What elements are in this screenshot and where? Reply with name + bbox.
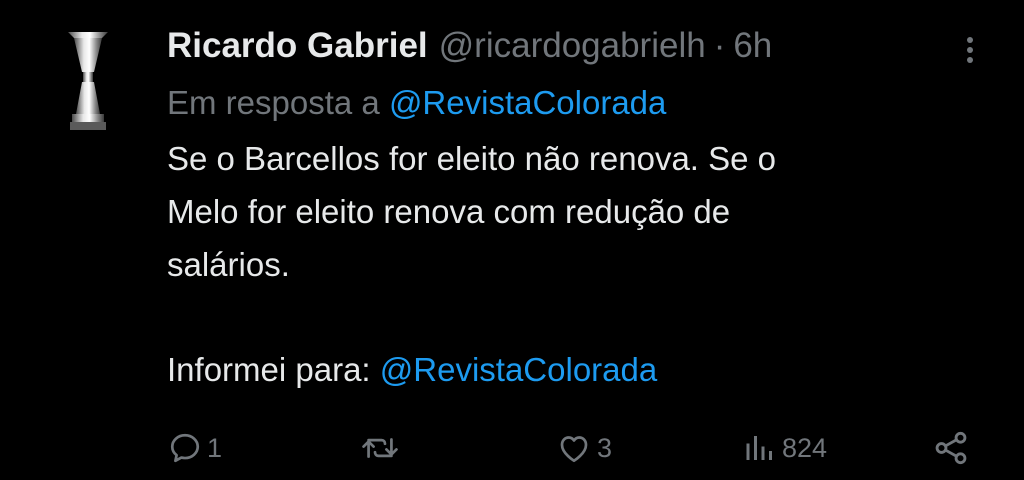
views-icon xyxy=(746,436,772,460)
like-count: 3 xyxy=(597,432,613,463)
heart-icon xyxy=(560,436,588,463)
tweet-text: Se o Barcellos for eleito não renova. Se… xyxy=(167,140,777,283)
author-handle[interactable]: @ricardogabrielh xyxy=(439,22,706,70)
trophy-avatar xyxy=(68,32,108,130)
reply-context: Em resposta a @RevistaColorada xyxy=(167,80,967,126)
author-name[interactable]: Ricardo Gabriel xyxy=(167,22,428,70)
tweet-time[interactable]: 6h xyxy=(733,22,772,70)
like-button[interactable]: 3 xyxy=(555,420,612,476)
tweet-body: Ricardo Gabriel @ricardogabrielh · 6h Em… xyxy=(167,22,967,396)
retweet-icon xyxy=(362,438,398,458)
share-button[interactable] xyxy=(932,420,970,476)
view-count: 824 xyxy=(782,432,828,463)
separator-dot: · xyxy=(713,26,726,65)
views-button[interactable]: 824 xyxy=(742,420,827,476)
reply-icon xyxy=(170,433,200,463)
tweet[interactable]: Ricardo Gabriel @ricardogabrielh · 6h Em… xyxy=(0,0,1024,480)
more-options-button[interactable] xyxy=(955,30,985,70)
reply-mention-link[interactable]: @RevistaColorada xyxy=(389,84,666,121)
reply-prefix: Em resposta a xyxy=(167,84,380,121)
info-mention-link[interactable]: @RevistaColorada xyxy=(380,351,657,388)
retweet-button[interactable] xyxy=(360,420,404,476)
more-vertical-icon xyxy=(967,37,973,63)
avatar[interactable] xyxy=(56,24,120,136)
reply-count: 1 xyxy=(207,432,223,463)
share-icon xyxy=(935,431,967,465)
reply-button[interactable]: 1 xyxy=(167,420,222,476)
action-bar: 1 3 824 xyxy=(0,420,1024,476)
tweet-text-info: Informei para: @RevistaColorada xyxy=(167,343,967,396)
info-prefix: Informei para: xyxy=(167,351,371,388)
tweet-header: Ricardo Gabriel @ricardogabrielh · 6h xyxy=(167,22,967,70)
